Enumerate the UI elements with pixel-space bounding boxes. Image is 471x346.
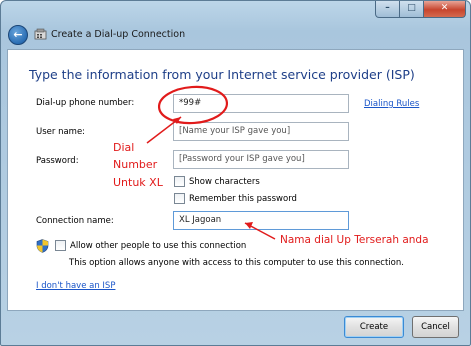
allow-others-label: Allow other people to use this connectio… [70,240,247,251]
window-controls: – □ ✕ [375,1,466,18]
annotation-connection-name: Nama dial Up Terserah anda [280,234,429,246]
password-label: Password: [36,156,79,166]
minimize-button[interactable]: – [375,1,400,18]
connection-name-label: Connection name: [36,216,114,226]
phone-number-input[interactable]: *99# [173,94,349,113]
remember-password-checkbox[interactable] [174,193,185,204]
allow-others-row[interactable]: Allow other people to use this connectio… [55,240,246,251]
annotation-untuk-xl: Untuk XL [113,176,163,189]
allow-others-checkbox[interactable] [55,240,66,251]
password-input[interactable]: [Password your ISP gave you] [173,150,349,169]
window-title: Create a Dial-up Connection [51,29,186,40]
show-characters-checkbox[interactable] [174,176,185,187]
phone-number-label: Dial-up phone number: [36,98,135,108]
annotation-number: Number [113,158,158,171]
dialog-footer: Create Cancel [7,312,464,342]
dialog-window: – □ ✕ ← Create a Dial-up Connection Type… [0,0,471,346]
phone-network-icon [34,28,47,40]
show-characters-row[interactable]: Show characters [174,176,260,187]
remember-password-label: Remember this password [189,193,297,204]
dialing-rules-link[interactable]: Dialing Rules [364,99,419,109]
page-heading: Type the information from your Internet … [29,67,415,82]
back-arrow-icon[interactable]: ← [8,25,28,45]
uac-shield-icon [36,239,49,253]
close-button[interactable]: ✕ [424,1,466,18]
no-isp-link[interactable]: I don't have an ISP [36,281,115,291]
username-input[interactable]: [Name your ISP gave you] [173,122,349,141]
maximize-button[interactable]: □ [400,1,424,18]
username-label: User name: [36,127,86,137]
create-button[interactable]: Create [344,316,404,338]
remember-password-row[interactable]: Remember this password [174,193,297,204]
show-characters-label: Show characters [189,176,260,187]
allow-others-note: This option allows anyone with access to… [69,258,404,268]
connection-name-input[interactable]: XL Jagoan [173,211,349,230]
annotation-dial: Dial [113,141,135,154]
title-bar: – □ ✕ ← Create a Dial-up Connection [1,1,470,47]
cancel-button[interactable]: Cancel [412,316,459,338]
